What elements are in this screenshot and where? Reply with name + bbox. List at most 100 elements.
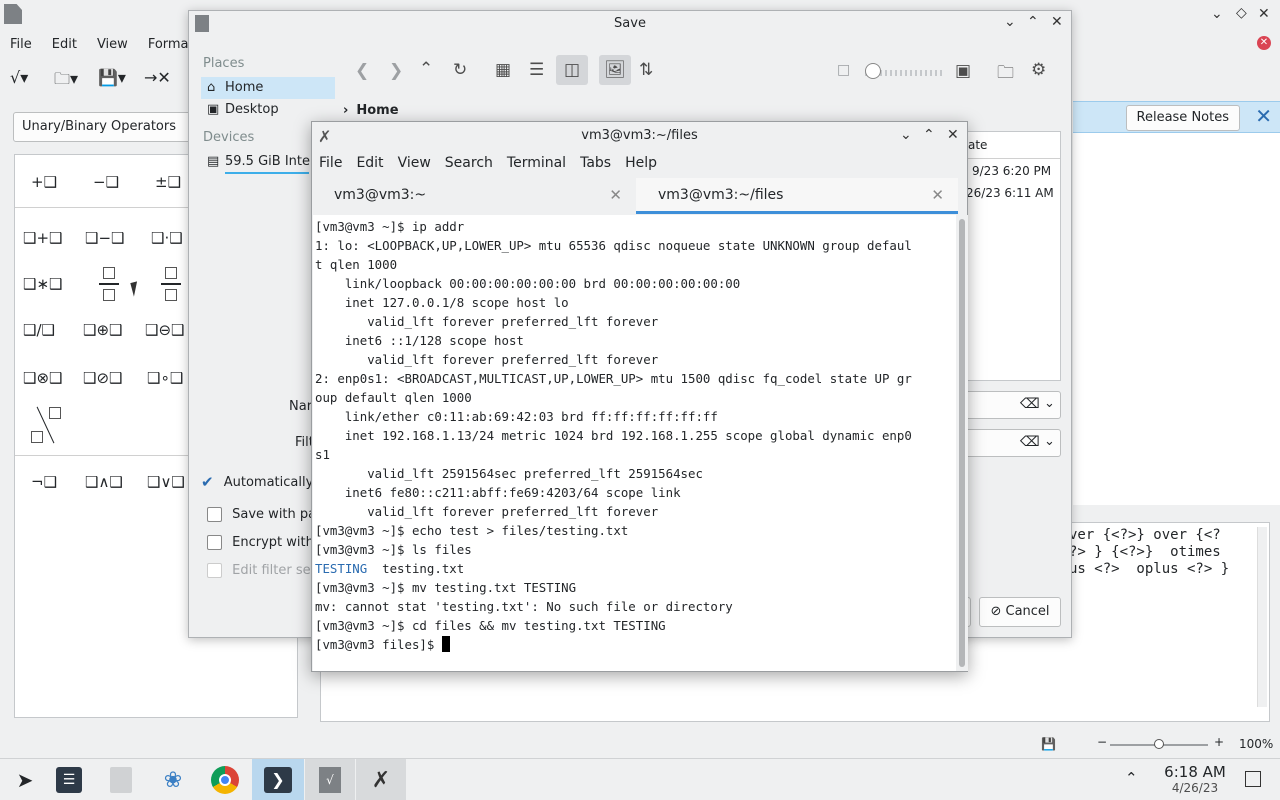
close-window-icon[interactable]: ✕ <box>1258 6 1270 22</box>
clear-name-icon[interactable]: ⌫ <box>1020 396 1040 412</box>
op-multiply-star[interactable]: ❑∗❑ <box>23 275 62 293</box>
chrome-icon[interactable] <box>200 759 250 800</box>
op-or[interactable]: ❑∨❑ <box>147 473 185 491</box>
terminal-prompt-line[interactable]: [vm3@vm3 files]$ <box>315 635 956 654</box>
op-divide-slash[interactable]: ❑/❑ <box>23 321 55 339</box>
menu-file[interactable]: File <box>0 34 42 56</box>
terminal-scrollbar[interactable] <box>957 215 968 671</box>
op-oplus[interactable]: ❑⊕❑ <box>83 321 122 339</box>
forward-icon[interactable]: ❯ <box>389 61 403 81</box>
dialog-minimize-icon[interactable]: ⌄ <box>1004 14 1016 30</box>
zoom-out-icon[interactable]: − <box>1097 735 1107 749</box>
filter-dropdown-icon[interactable]: ⌄ <box>1044 434 1055 449</box>
place-home[interactable]: ⌂ Home <box>201 77 335 99</box>
zoom-in-icon[interactable]: + <box>1214 735 1224 749</box>
show-desktop-icon[interactable] <box>1245 771 1261 787</box>
op-add[interactable]: ❑+❑ <box>23 229 62 247</box>
terminal-minimize-icon[interactable]: ⌄ <box>900 127 912 143</box>
terminal-scroll-thumb[interactable] <box>959 219 965 667</box>
back-icon[interactable]: ❮ <box>355 61 369 81</box>
op-and[interactable]: ❑∧❑ <box>85 473 123 491</box>
tab-home[interactable]: vm3@vm3:~ ✕ <box>312 178 636 214</box>
tray-expand-icon[interactable]: ⌃ <box>1125 769 1138 787</box>
minimize-icon[interactable]: ⌄ <box>1211 6 1223 22</box>
math-task[interactable]: √ <box>305 759 355 800</box>
op-subtract[interactable]: ❑−❑ <box>85 229 124 247</box>
sort-icon[interactable]: ⇅ <box>639 60 653 80</box>
term-menu-search[interactable]: Search <box>438 150 500 176</box>
tab-files-close-icon[interactable]: ✕ <box>931 178 944 212</box>
clear-filter-icon[interactable]: ⌫ <box>1020 434 1040 450</box>
icons-view-icon[interactable]: ▦ <box>495 60 511 80</box>
op-fraction-wide[interactable] <box>161 267 181 303</box>
name-field[interactable]: ⌫ ⌄ <box>961 391 1061 419</box>
term-menu-tabs[interactable]: Tabs <box>573 150 618 176</box>
formula-sqrt-icon[interactable]: √▾ <box>10 68 28 87</box>
system-settings-icon[interactable]: ☰ <box>44 759 94 800</box>
menu-view[interactable]: View <box>87 34 138 56</box>
close-notes-icon[interactable]: ✕ <box>1255 104 1272 128</box>
encrypt-checkbox[interactable]: Encrypt with G <box>207 535 328 550</box>
terminal-maximize-icon[interactable]: ⌃ <box>923 127 935 143</box>
name-label: Nar <box>289 399 313 414</box>
terminal-output[interactable]: [vm3@vm3 ~]$ ip addr 1: lo: <LOOPBACK,UP… <box>313 215 956 671</box>
name-dropdown-icon[interactable]: ⌄ <box>1044 396 1055 411</box>
compact-view-icon[interactable]: ☰ <box>529 60 544 80</box>
op-odivide[interactable]: ❑⊘❑ <box>83 369 122 387</box>
op-otimes[interactable]: ❑⊗❑ <box>23 369 62 387</box>
breadcrumb[interactable]: › Home <box>343 103 399 118</box>
save-disk-icon[interactable]: 💾▾ <box>98 68 126 87</box>
term-menu-terminal[interactable]: Terminal <box>500 150 573 176</box>
icon-size-handle[interactable] <box>865 63 881 79</box>
op-unary-minus[interactable]: −❑ <box>93 173 119 191</box>
reload-icon[interactable]: ↻ <box>453 60 467 80</box>
save-password-checkbox[interactable]: Save with pas <box>207 507 323 522</box>
discover-icon[interactable]: ❀ <box>148 759 198 800</box>
op-unary-plus[interactable]: +❑ <box>31 173 57 191</box>
dialog-maximize-icon[interactable]: ⌃ <box>1027 14 1039 30</box>
open-folder-icon[interactable]: 🗀▾ <box>54 68 78 95</box>
export-icon[interactable]: →✕ <box>144 68 171 87</box>
tab-files[interactable]: vm3@vm3:~/files ✕ <box>636 178 958 214</box>
clock-time[interactable]: 6:18 AM <box>1150 763 1240 781</box>
place-desktop[interactable]: ▣ Desktop <box>201 99 335 121</box>
release-notes-button[interactable]: Release Notes <box>1125 105 1240 131</box>
file-list[interactable]: ate 9/23 6:20 PM 26/23 6:11 AM <box>961 131 1061 381</box>
konsole-task[interactable]: ❯ <box>252 759 304 800</box>
zoom-large-icon[interactable]: ▣ <box>955 61 971 81</box>
elements-category-select[interactable]: Unary/Binary Operators <box>13 112 203 142</box>
zoom-small-icon[interactable]: □ <box>837 62 850 78</box>
up-icon[interactable]: ⌃ <box>419 59 433 79</box>
dialog-close-icon[interactable]: ✕ <box>1051 14 1063 30</box>
command-scrollbar[interactable] <box>1257 527 1267 707</box>
op-plus-minus[interactable]: ±❑ <box>155 173 181 191</box>
filter-field[interactable]: ⌫ ⌄ <box>961 429 1061 457</box>
cancel-button[interactable]: ⊘ Cancel <box>979 597 1061 627</box>
op-odot[interactable]: ❑∘❑ <box>147 369 183 387</box>
app-launcher-icon[interactable]: ➤ <box>0 759 50 800</box>
term-menu-help[interactable]: Help <box>618 150 664 176</box>
term-menu-edit[interactable]: Edit <box>349 150 390 176</box>
tab-home-close-icon[interactable]: ✕ <box>609 178 622 212</box>
clock-date[interactable]: 4/26/23 <box>1150 781 1240 795</box>
new-folder-icon[interactable]: 🗀 <box>997 60 1014 89</box>
term-menu-file[interactable]: File <box>312 150 349 176</box>
op-multiply-dot[interactable]: ❑·❑ <box>151 229 183 247</box>
auto-extension-checkbox[interactable]: ✔ Automatically s <box>201 473 324 491</box>
terminal-task[interactable]: ✗ <box>356 759 406 800</box>
terminal-close-icon[interactable]: ✕ <box>947 127 959 143</box>
op-ominus[interactable]: ❑⊖❑ <box>145 321 184 339</box>
tree-view-icon[interactable]: ◫ <box>556 55 588 85</box>
term-menu-view[interactable]: View <box>391 150 438 176</box>
zoom-slider-handle[interactable] <box>1154 739 1164 749</box>
column-header-date[interactable]: ate <box>968 138 987 152</box>
options-icon[interactable]: ⚙ <box>1031 60 1046 80</box>
op-fraction[interactable] <box>99 267 119 303</box>
menu-edit[interactable]: Edit <box>42 34 87 56</box>
close-icon[interactable]: ✕ <box>1257 36 1271 50</box>
op-neg[interactable]: ¬❑ <box>31 473 57 491</box>
preview-icon[interactable]: 🖼 <box>599 55 631 85</box>
float-icon[interactable]: ◇ <box>1236 5 1247 21</box>
files-icon[interactable] <box>96 759 146 800</box>
op-wide-slash[interactable] <box>31 406 61 444</box>
